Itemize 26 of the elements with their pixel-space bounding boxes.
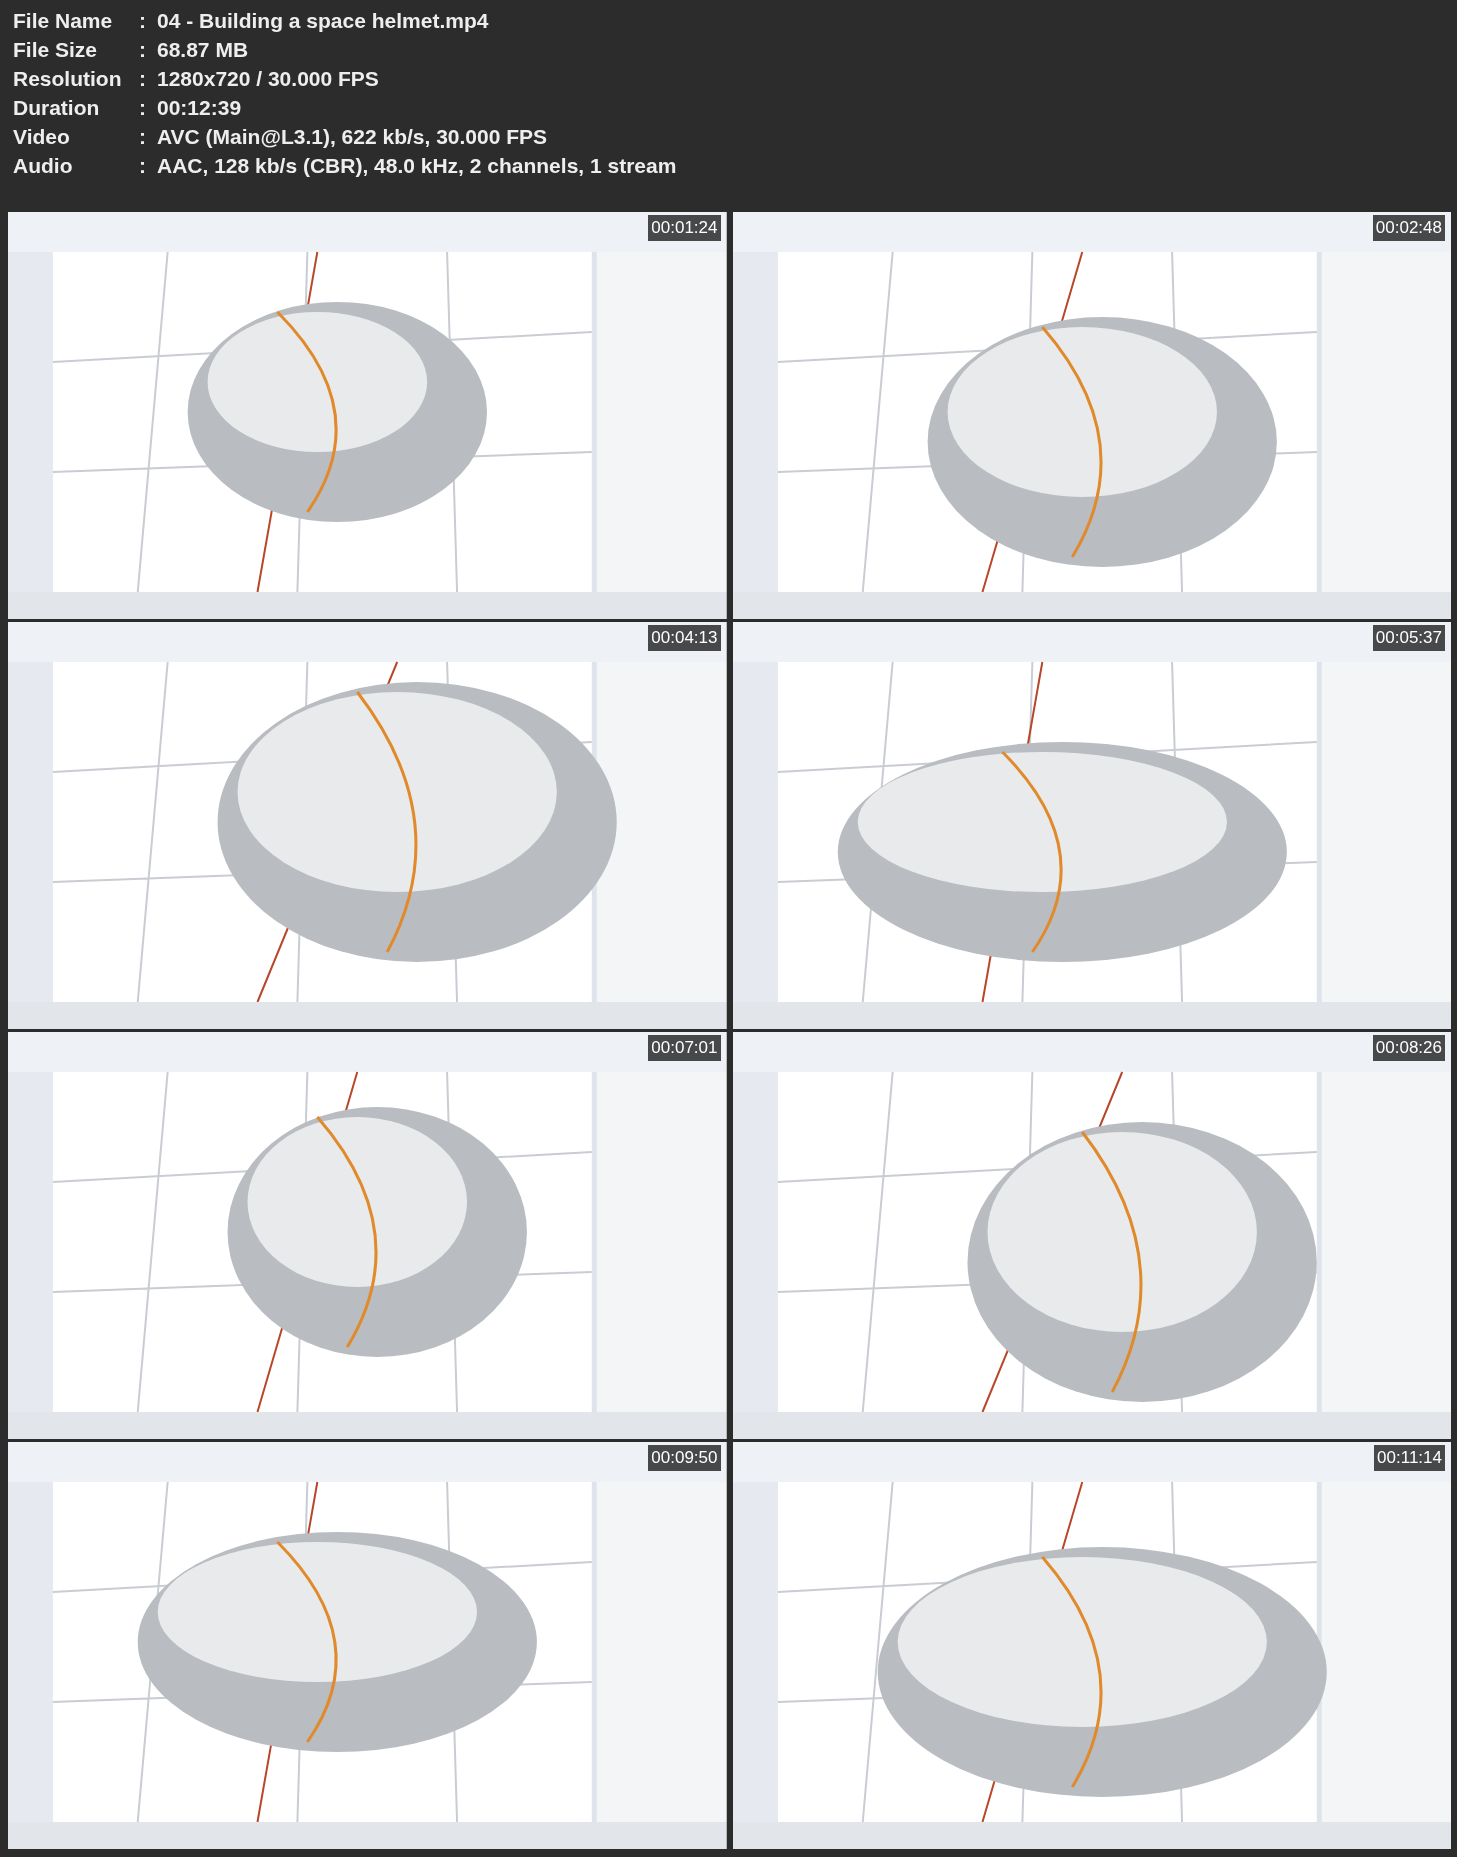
timestamp: 00:01:24 [648, 215, 721, 241]
timestamp: 00:08:26 [1372, 1035, 1445, 1061]
colon-separator: : [139, 123, 147, 150]
info-value: AAC, 128 kb/s (CBR), 48.0 kHz, 2 channels, 1 stream [157, 152, 677, 179]
timestamp: 00:05:37 [1372, 625, 1445, 651]
timestamp: 00:11:14 [1374, 1445, 1445, 1471]
colon-separator: : [139, 7, 147, 34]
info-value: 68.87 MB [157, 36, 249, 63]
info-value: 1280x720 / 30.000 FPS [157, 65, 379, 92]
colon-separator: : [139, 65, 147, 92]
info-value: 04 - Building a space helmet.mp4 [157, 7, 489, 34]
timestamp: 00:07:01 [648, 1035, 721, 1061]
timestamp: 00:02:48 [1372, 215, 1445, 241]
colon-separator: : [139, 152, 147, 179]
info-value: AVC (Main@L3.1), 622 kb/s, 30.000 FPS [157, 123, 548, 150]
colon-separator: : [139, 94, 147, 121]
timestamp: 00:04:13 [648, 625, 721, 651]
info-label: Resolution [13, 65, 123, 92]
info-label: Video [13, 123, 71, 150]
info-label: File Name [13, 7, 114, 34]
info-label: Audio [13, 152, 74, 179]
info-value: 00:12:39 [157, 94, 242, 121]
timestamp: 00:09:50 [648, 1445, 721, 1471]
info-label: Duration [13, 94, 101, 121]
info-label: File Size [13, 36, 99, 63]
colon-separator: : [139, 36, 147, 63]
